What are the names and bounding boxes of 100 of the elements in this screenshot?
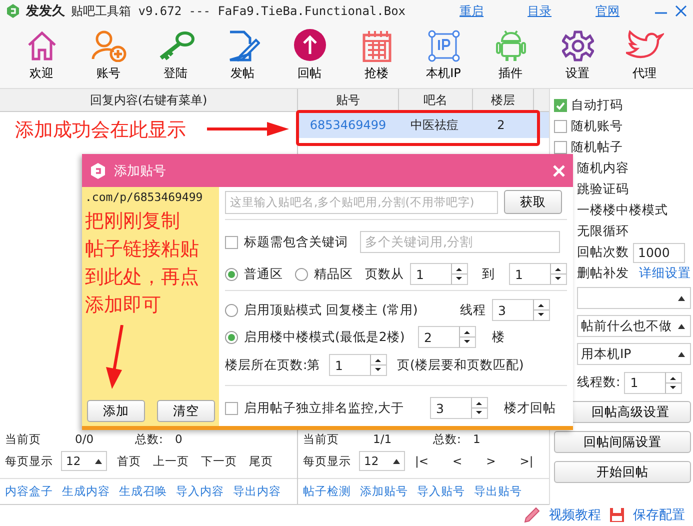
total-value: 0	[175, 432, 182, 446]
spin-arrows-icon[interactable]	[665, 372, 682, 394]
toolbar-button[interactable]: 代理	[611, 22, 678, 88]
title-link[interactable]: 官网	[596, 2, 620, 20]
action-link[interactable]: 导入贴号	[417, 484, 465, 499]
action-link[interactable]: 导出贴号	[474, 484, 522, 499]
threads-spinner[interactable]: 1	[624, 372, 682, 394]
settings-button[interactable]: 回帖间隔设置	[554, 431, 691, 453]
save-config-link[interactable]: 保存配置	[633, 506, 685, 524]
threads-label: 线程数:	[577, 374, 620, 391]
settings-button[interactable]: 回帖高级设置	[570, 401, 691, 423]
option-label: 启用帖子独立排名监控,大于	[244, 400, 405, 416]
pencil-icon	[523, 506, 541, 524]
dropdown-arrow-icon[interactable]	[678, 324, 685, 328]
toolbar-button[interactable]: 本机IP	[410, 22, 477, 88]
page-nav-link[interactable]: 首页	[117, 454, 141, 468]
checkbox[interactable]	[554, 120, 567, 133]
spin-arrows-icon[interactable]	[533, 299, 549, 321]
checkbox[interactable]	[225, 236, 238, 248]
pages-to-spinner[interactable]: 1	[509, 263, 567, 285]
threads-spinner[interactable]: 3	[492, 299, 550, 321]
floor-page-label: 楼层所在页数:第	[225, 356, 322, 374]
user-add-icon	[90, 30, 126, 62]
fetch-button[interactable]: 获取	[504, 190, 562, 214]
dropdown[interactable]: 帖前什么也不做	[577, 315, 691, 337]
page-nav-link[interactable]: 尾页	[249, 454, 273, 468]
option-label: 删帖补发	[577, 265, 629, 282]
floor-unit: 楼	[492, 328, 505, 346]
toolbar-button[interactable]: 登陆	[142, 22, 209, 88]
monitor-unit: 楼才回帖	[504, 400, 556, 416]
radio-button[interactable]	[295, 268, 308, 280]
per-page-label: 每页显示	[303, 454, 351, 468]
instruction-text: 到此处，再点	[85, 265, 200, 290]
action-link[interactable]: 帖子检测	[303, 484, 351, 499]
page-nav-link[interactable]: 上一页	[153, 454, 189, 468]
page-nav-link[interactable]: 下一页	[201, 454, 237, 468]
page-nav-link[interactable]: >	[486, 454, 496, 468]
toolbar-button[interactable]: 发帖	[209, 22, 276, 88]
link-input-area[interactable]: .com/p/6853469499 把刚刚复制 帖子链接粘贴 到此处，再点 添加即可 添加 清空	[82, 187, 219, 426]
calendar-icon	[362, 30, 392, 62]
option-label: 随机帖子	[571, 139, 623, 156]
action-link[interactable]: 导出内容	[233, 484, 281, 499]
settings-icon	[562, 30, 594, 62]
option-label: 随机内容	[577, 160, 629, 177]
total-label: 总数:	[433, 432, 462, 446]
action-link[interactable]: 生成召唤	[119, 484, 167, 499]
dropdown[interactable]: 用本机IP	[577, 343, 691, 365]
close-icon[interactable]	[675, 5, 687, 17]
checkbox[interactable]	[225, 402, 238, 414]
radio-button[interactable]	[225, 330, 238, 344]
toolbar-button[interactable]: 设置	[544, 22, 611, 88]
title-link[interactable]: 目录	[528, 2, 552, 20]
spin-arrows-icon[interactable]	[459, 326, 475, 348]
total-value: 1	[473, 432, 480, 446]
per-page-select[interactable]: 12	[359, 451, 405, 471]
dropdown-arrow-icon[interactable]	[95, 458, 102, 464]
current-page-value: 0/0	[75, 432, 95, 446]
table-row[interactable]: 6853469499 中医祛痘 2	[298, 112, 549, 138]
page-nav-link[interactable]: |<	[415, 454, 429, 468]
dropdown-arrow-icon[interactable]	[678, 352, 685, 356]
spin-arrows-icon[interactable]	[370, 354, 386, 376]
toolbar-button[interactable]: 插件	[477, 22, 544, 88]
floor-spinner[interactable]: 2	[418, 326, 476, 348]
action-link[interactable]: 生成内容	[62, 484, 110, 499]
reply-count-field[interactable]: 1000	[633, 242, 685, 262]
add-button[interactable]: 添加	[87, 400, 145, 422]
title-link[interactable]: 重启	[460, 2, 484, 20]
action-link[interactable]: 内容盒子	[5, 484, 53, 499]
toolbar-button[interactable]: 欢迎	[8, 22, 75, 88]
option-label: 启用楼中楼模式(最低是2楼)	[244, 328, 406, 346]
floor-page-spinner[interactable]: 1	[329, 354, 387, 376]
page-nav-link[interactable]: <	[452, 454, 462, 468]
clear-button[interactable]: 清空	[157, 400, 215, 422]
per-page-select[interactable]: 12	[61, 451, 107, 471]
pages-from-label: 页数从	[365, 266, 404, 282]
dialog-title: 添加贴号	[114, 162, 166, 180]
radio-button[interactable]	[225, 268, 238, 280]
spin-arrows-icon[interactable]	[550, 263, 566, 285]
spin-arrows-icon[interactable]	[471, 397, 487, 419]
action-link[interactable]: 导入内容	[176, 484, 224, 499]
option-label: 启用顶贴模式 回复楼主 (常用)	[244, 302, 419, 318]
checkbox[interactable]	[554, 141, 567, 154]
start-button[interactable]: 开始回帖	[554, 461, 691, 483]
dropdown-arrow-icon[interactable]	[393, 458, 400, 464]
video-tutorial-link[interactable]: 视频教程	[549, 506, 601, 524]
dropdown-arrow-icon[interactable]	[678, 296, 685, 300]
action-link[interactable]: 添加贴号	[360, 484, 408, 499]
radio-button[interactable]	[225, 304, 238, 316]
pages-from-spinner[interactable]: 1	[410, 263, 468, 285]
toolbar-button[interactable]: 回帖	[276, 22, 343, 88]
column-header: 楼层	[473, 89, 534, 111]
monitor-spinner[interactable]: 3	[430, 397, 488, 419]
spin-arrows-icon[interactable]	[451, 263, 467, 285]
toolbar-button[interactable]: 账号	[75, 22, 142, 88]
checkbox[interactable]	[554, 99, 567, 112]
page-nav-link[interactable]: >|	[520, 454, 534, 468]
toolbar-button[interactable]: 抢楼	[343, 22, 410, 88]
option-label: 跳验证码	[577, 181, 629, 198]
column-header: 回复内容(右键有菜单)	[88, 92, 208, 109]
detail-settings-link[interactable]: 详细设置	[639, 265, 691, 282]
